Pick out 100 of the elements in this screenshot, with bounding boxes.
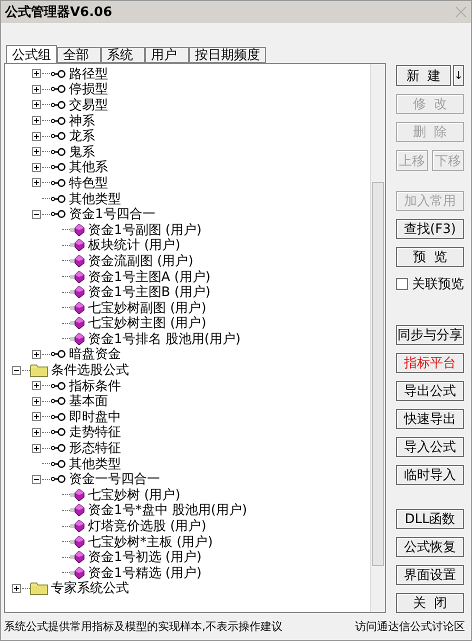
tree-item[interactable]: 七宝妙树 (用户) xyxy=(88,486,180,504)
tree-item[interactable]: 资金1号四合一 xyxy=(69,205,156,224)
dropdown-button[interactable]: ↓ xyxy=(453,65,464,86)
key-icon xyxy=(50,85,66,94)
action-button[interactable]: 查找(F3) xyxy=(396,218,464,239)
tab[interactable]: 用户 xyxy=(145,47,189,63)
tree-item[interactable]: 七宝妙树*主板 (用户) xyxy=(88,532,213,551)
folder-icon xyxy=(30,582,48,595)
gem-icon xyxy=(70,317,85,330)
tree-item[interactable]: 资金一号四合一 xyxy=(69,470,160,488)
gem-icon xyxy=(70,254,85,267)
tree-item[interactable]: 交易型 xyxy=(69,96,108,114)
action-button[interactable]: 关 闭 xyxy=(396,593,464,613)
tree-item[interactable]: 神系 xyxy=(69,112,95,130)
expand-box[interactable] xyxy=(12,584,21,593)
tab[interactable]: 公式组 xyxy=(6,45,57,63)
key-icon xyxy=(50,397,66,406)
expand-box[interactable] xyxy=(32,350,41,359)
tree-item[interactable]: 灯塔竞价选股 (用户) xyxy=(88,517,206,536)
tree-item[interactable]: 七宝妙树副图 (用户) xyxy=(88,298,206,317)
collapse-box[interactable] xyxy=(12,366,21,375)
scrollbar[interactable] xyxy=(370,64,385,612)
tree-item[interactable]: 暗盘资金 xyxy=(69,345,121,364)
key-icon xyxy=(50,444,66,452)
tree-item[interactable]: 资金流副图 (用户) xyxy=(88,252,194,270)
key-icon xyxy=(50,428,66,436)
key-icon xyxy=(50,100,66,109)
expand-box[interactable] xyxy=(32,396,41,406)
checkbox[interactable] xyxy=(396,278,408,290)
tab[interactable]: 按日期频度 xyxy=(189,47,266,63)
tree-item[interactable]: 龙系 xyxy=(69,127,95,146)
expand-box[interactable] xyxy=(32,69,41,78)
tree-item[interactable]: 条件选股公式 xyxy=(51,361,129,380)
tree-item[interactable]: 走势特征 xyxy=(69,423,121,442)
checkbox-label: 关联预览 xyxy=(412,276,464,293)
new-button[interactable]: 新 建 xyxy=(396,65,451,86)
gem-icon xyxy=(70,504,85,516)
expand-box[interactable] xyxy=(32,381,41,390)
tree-item[interactable]: 形态特征 xyxy=(69,439,121,458)
action-button[interactable]: DLL函数 xyxy=(396,509,464,529)
tree-item[interactable]: 资金1号初选 (用户) xyxy=(88,548,202,566)
tree-item[interactable]: 资金1号副图 (用户) xyxy=(88,220,202,239)
action-button[interactable]: 导入公式 xyxy=(396,437,464,458)
gem-icon xyxy=(70,332,85,345)
tree-item[interactable]: 七宝妙树主图 (用户) xyxy=(88,314,206,332)
tree-item[interactable]: 基本面 xyxy=(69,392,108,410)
expand-box[interactable] xyxy=(32,178,41,188)
action-button[interactable]: 快速导出 xyxy=(396,409,464,430)
action-button[interactable]: 同步与分享 xyxy=(396,325,464,346)
action-button[interactable]: 导出公式 xyxy=(396,381,464,402)
expand-box[interactable] xyxy=(32,116,41,126)
gem-icon xyxy=(70,551,85,564)
action-button[interactable]: 临时导入 xyxy=(396,465,464,486)
tab[interactable]: 系统 xyxy=(101,47,145,63)
tree-item[interactable]: 资金1号主图B (用户) xyxy=(88,283,210,302)
action-button[interactable]: 指标平台 xyxy=(396,353,464,374)
collapse-box[interactable] xyxy=(32,474,41,484)
expand-box[interactable] xyxy=(32,84,41,94)
collapse-box[interactable] xyxy=(32,210,41,219)
tree-item[interactable]: 路径型 xyxy=(69,64,108,83)
tree-item[interactable]: 指标条件 xyxy=(69,376,121,395)
tree-item[interactable]: 资金1号主图A (用户) xyxy=(88,268,210,286)
expand-box[interactable] xyxy=(32,428,41,437)
expand-box[interactable] xyxy=(32,444,41,453)
tree-item[interactable]: 板块统计 (用户) xyxy=(88,236,180,254)
expand-box[interactable] xyxy=(32,132,41,141)
expand-box[interactable] xyxy=(32,100,41,110)
forum-link[interactable]: 访问通达信公式讨论区 xyxy=(355,619,465,634)
expand-box[interactable] xyxy=(32,147,41,156)
action-button[interactable]: 界面设置 xyxy=(396,565,464,585)
tree-item[interactable]: 即时盘中 xyxy=(69,408,121,426)
key-icon xyxy=(50,178,66,187)
action-button[interactable]: 预 览 xyxy=(396,246,464,267)
key-icon xyxy=(50,210,66,218)
key-icon xyxy=(50,350,66,358)
tree-item[interactable]: 停损型 xyxy=(69,80,108,98)
tree-item[interactable]: 专家系统公式 xyxy=(51,579,129,598)
key-icon xyxy=(50,412,66,421)
gem-icon xyxy=(70,520,85,532)
tree-item[interactable]: 资金1号排名 股池用(用户) xyxy=(88,330,241,348)
gem-icon xyxy=(70,224,85,236)
key-icon xyxy=(50,132,66,140)
tree-item[interactable]: 鬼系 xyxy=(69,142,95,161)
tree-item[interactable]: 其他系 xyxy=(69,158,108,176)
expand-box[interactable] xyxy=(32,162,41,172)
key-icon xyxy=(50,70,66,78)
tab[interactable]: 全部 xyxy=(57,47,101,63)
gem-icon xyxy=(70,302,85,314)
tree-item[interactable]: 资金1号精选 (用户) xyxy=(88,564,202,582)
key-icon xyxy=(50,475,66,484)
key-icon xyxy=(50,148,66,156)
gem-icon xyxy=(70,488,85,501)
key-icon xyxy=(50,382,66,390)
tree-item[interactable]: 特色型 xyxy=(69,174,108,192)
key-icon xyxy=(50,116,66,125)
expand-box[interactable] xyxy=(32,412,41,422)
tree-item[interactable]: 其他类型 xyxy=(69,454,121,473)
action-button[interactable]: 公式恢复 xyxy=(396,537,464,557)
tree-item[interactable]: 其他类型 xyxy=(69,190,121,208)
tree-item[interactable]: 资金1号*盘中 股池用(用户) xyxy=(88,501,248,520)
